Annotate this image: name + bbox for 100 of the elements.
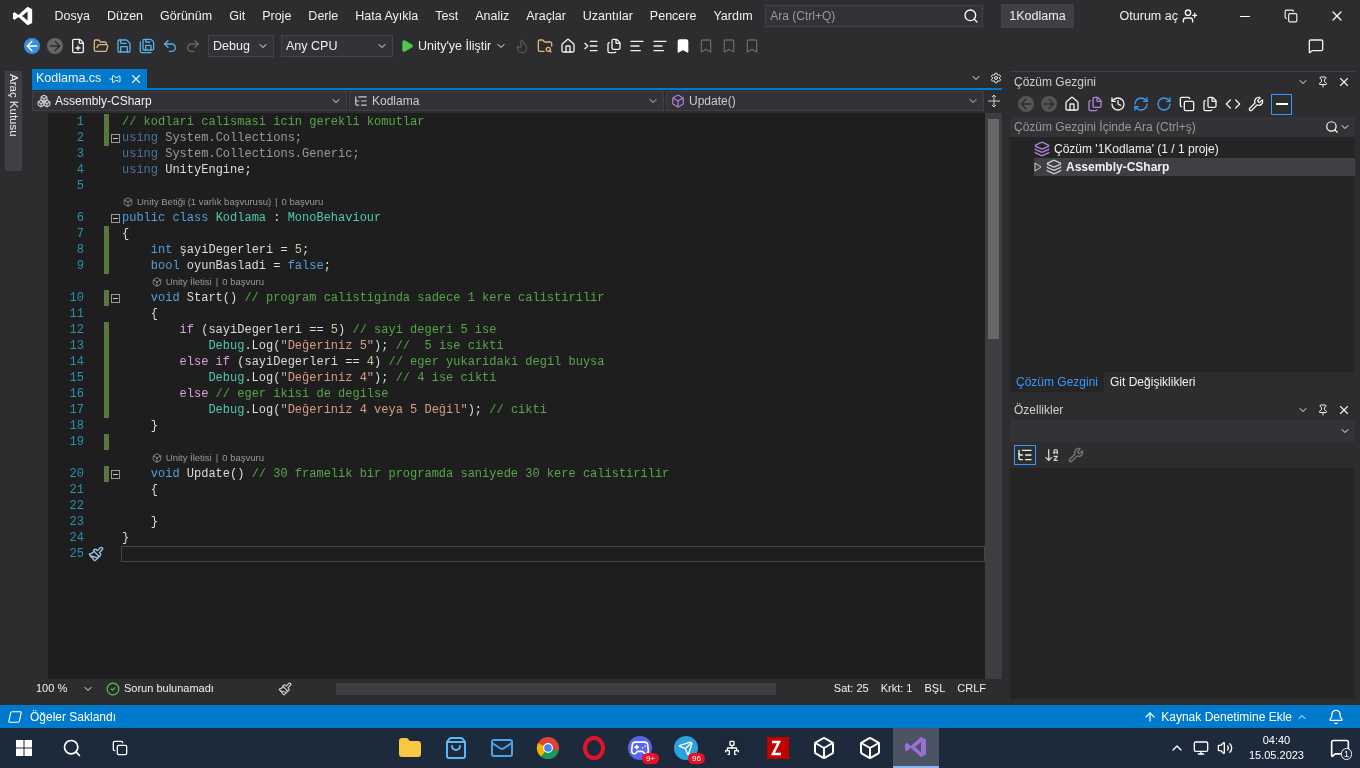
zoom-dropdown[interactable]: 100 % — [36, 680, 94, 697]
collapse-icon[interactable] — [110, 133, 120, 143]
code-icon[interactable] — [1225, 96, 1241, 112]
feedback-icon[interactable] — [1308, 38, 1324, 54]
platform-dropdown[interactable]: Any CPU — [281, 35, 393, 57]
refresh-icon[interactable] — [1156, 96, 1172, 112]
tree-label: Çözüm '1Kodlama' (1 / 1 proje) — [1054, 141, 1219, 158]
separator: | — [214, 274, 220, 289]
menu-item[interactable]: Düzen — [98, 6, 152, 26]
code-line: if (sayiDegerleri == 5) // sayi degeri 5 ise — [178, 322, 497, 339]
vertical-scrollbar[interactable] — [985, 113, 1002, 679]
home-icon[interactable] — [560, 38, 577, 54]
line-ending: CRLF — [957, 681, 987, 697]
collapse-all-icon[interactable] — [1179, 96, 1195, 112]
back-icon[interactable] — [24, 38, 40, 54]
attach-button[interactable]: Unity'ye İliştir — [400, 36, 508, 56]
folder-search-icon[interactable] — [537, 38, 554, 54]
clock-time[interactable]: 04:40 — [1262, 733, 1291, 748]
infinity-logo-icon[interactable] — [12, 5, 34, 27]
paintbrush-icon[interactable] — [278, 681, 292, 696]
panel-tab[interactable]: Git Değişiklikleri — [1104, 371, 1202, 392]
new-file-icon[interactable] — [70, 38, 86, 54]
codelens-text[interactable]: Unity İletisi — [149, 274, 214, 290]
code-line: { — [149, 482, 158, 499]
indent-icon[interactable] — [583, 38, 600, 54]
document-icon[interactable] — [1087, 96, 1103, 112]
search-icon[interactable] — [1325, 120, 1339, 134]
search-field[interactable]: Çözüm Gezgini İçinde Ara (Ctrl+ş) — [1010, 117, 1355, 137]
menu-item[interactable]: Test — [426, 6, 467, 26]
menu-item[interactable]: Araçlar — [517, 6, 575, 26]
save-icon[interactable] — [116, 38, 132, 54]
copy-files-icon[interactable] — [1202, 96, 1218, 112]
sort-az-icon[interactable] — [1044, 446, 1060, 463]
sign-in-button[interactable]: Oturum aç — [1119, 6, 1198, 26]
tree-item[interactable]: Çözüm '1Kodlama' (1 / 1 proje) — [1022, 140, 1355, 158]
document-list-icon[interactable] — [606, 38, 623, 54]
line-number: 7 — [75, 226, 84, 243]
preview-toggle-icon[interactable] — [1271, 93, 1292, 115]
collapse-icon[interactable] — [110, 213, 120, 223]
taskbar-app[interactable]: 9+ — [617, 728, 663, 768]
code-line: using System.Collections.Generic; — [121, 146, 360, 163]
taskbar-app[interactable]: 96 — [663, 728, 709, 768]
pin-icon[interactable] — [1317, 403, 1329, 416]
open-folder-icon[interactable] — [93, 38, 109, 54]
history-icon[interactable] — [1110, 96, 1126, 112]
categorized-icon[interactable] — [1014, 444, 1036, 465]
codelens-text[interactable]: Unity İletisi — [149, 450, 214, 466]
line-number: 17 — [68, 402, 84, 419]
codelens-text[interactable]: 0 başvuru — [279, 194, 326, 210]
forward-icon[interactable] — [47, 38, 63, 54]
collapse-icon[interactable] — [110, 293, 120, 303]
clock-date[interactable]: 15.05.2023 — [1248, 748, 1304, 763]
configuration-dropdown[interactable]: Debug — [208, 35, 274, 57]
menu-item[interactable]: Git — [220, 6, 254, 26]
project-icon — [37, 94, 51, 108]
separator: | — [214, 450, 220, 465]
navigation-dropdown[interactable]: Kodlama — [349, 91, 664, 111]
menu-item[interactable]: Uzantılar — [574, 6, 642, 26]
menu-item[interactable]: Hata Ayıkla — [346, 6, 427, 26]
bell-icon[interactable] — [1328, 708, 1344, 725]
navigation-dropdown[interactable]: Assembly-CSharp — [32, 91, 347, 111]
save-all-icon[interactable] — [139, 38, 155, 54]
issues-status[interactable]: Sorun bulunamadı — [106, 680, 266, 697]
home-icon[interactable] — [1064, 96, 1080, 112]
codelens-text[interactable]: 0 başvuru — [220, 450, 266, 466]
toolbox-tab[interactable]: Araç Kutusu — [4, 71, 23, 171]
align-icon[interactable] — [652, 38, 669, 54]
source-control-button[interactable]: Kaynak Denetimine Ekle — [1143, 707, 1308, 726]
panel-tab[interactable]: Çözüm Gezgini — [1010, 371, 1105, 392]
collapse-icon[interactable] — [110, 469, 120, 479]
sync-icon[interactable] — [1133, 96, 1149, 112]
code-line: else // eger ikisi de degilse — [178, 386, 389, 403]
expand-arrow-icon[interactable] — [1034, 162, 1042, 172]
menu-item[interactable]: Dosya — [46, 6, 99, 26]
undo-icon[interactable] — [162, 38, 178, 54]
volume-icon[interactable] — [1216, 740, 1233, 756]
menu-item[interactable]: Analiz — [466, 6, 518, 26]
menu-item[interactable]: Proje — [253, 6, 300, 26]
line-number: 14 — [68, 354, 84, 371]
paintbrush-icon[interactable] — [88, 546, 104, 562]
search-field[interactable]: Ara (Ctrl+Q) — [765, 5, 984, 27]
codelens-text[interactable]: 0 başvuru — [220, 274, 266, 290]
menu-item[interactable]: Yardım — [704, 6, 762, 26]
play-icon — [400, 39, 414, 53]
pin-icon[interactable] — [1317, 75, 1329, 88]
navigation-dropdown[interactable]: Update() — [666, 91, 984, 111]
align-icon[interactable] — [629, 38, 646, 54]
code-line: using System.Collections; — [121, 130, 303, 147]
menu-item[interactable]: Görünüm — [151, 6, 221, 26]
menu-item[interactable]: Pencere — [641, 6, 705, 26]
settings-icon[interactable] — [990, 72, 1002, 84]
notification-center-icon[interactable] — [1330, 738, 1350, 758]
cube-icon — [151, 277, 162, 287]
search-icon[interactable] — [963, 8, 980, 24]
menu-item[interactable]: Derle — [299, 6, 347, 26]
tree-item[interactable]: Assembly-CSharp — [1034, 158, 1355, 176]
cube-icon — [812, 736, 836, 760]
codelens-text[interactable]: Unity Betiği (1 varlık başvurusu) — [121, 194, 274, 210]
line-number: 2 — [75, 130, 84, 147]
code-line: bool oyunBasladi = false; — [149, 258, 331, 275]
